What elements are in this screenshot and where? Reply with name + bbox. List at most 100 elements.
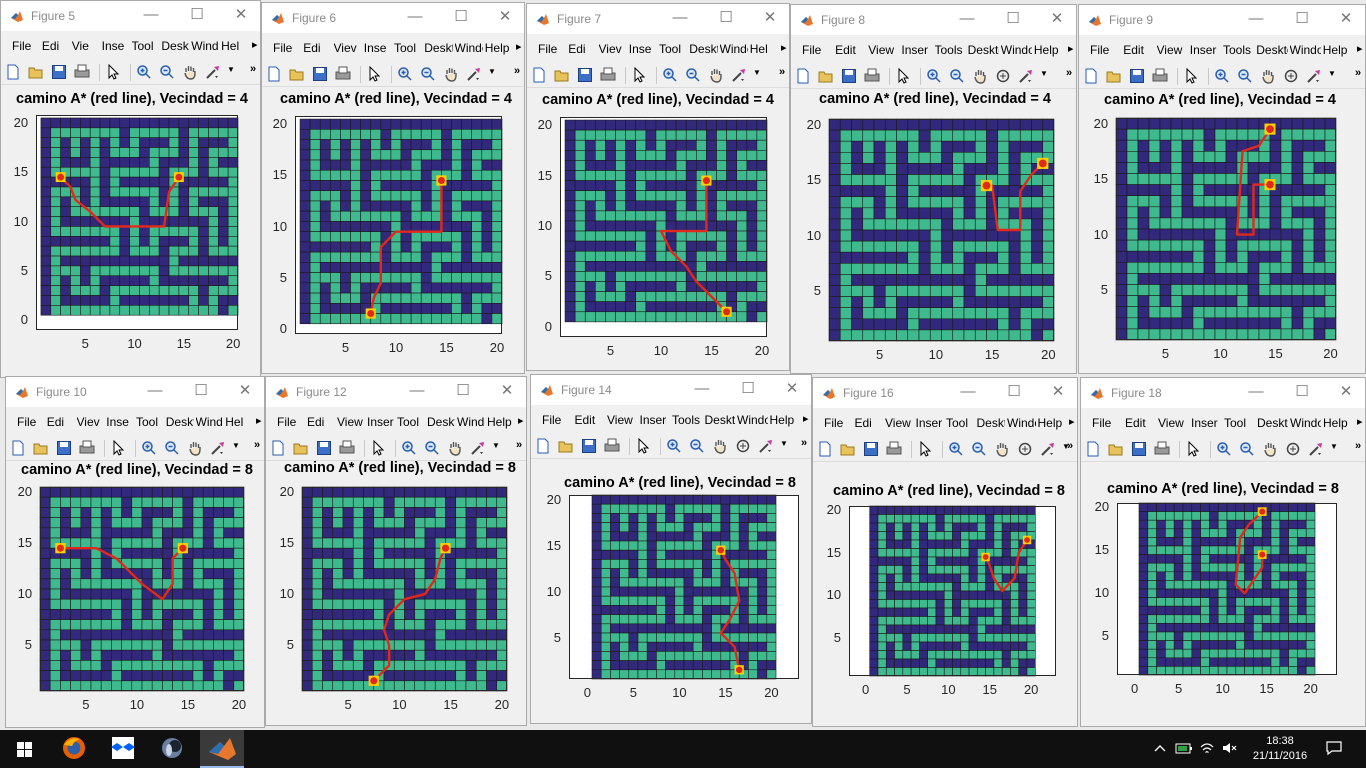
menu-item-edit[interactable]: Edit — [835, 43, 866, 57]
menu-item-windc[interactable]: Windc — [196, 415, 224, 429]
menu-overflow-icon[interactable]: ▸ — [1069, 415, 1075, 428]
open-file-icon[interactable] — [1108, 441, 1124, 457]
data-cursor-icon[interactable] — [466, 66, 482, 82]
pan-hand-icon[interactable] — [1262, 441, 1278, 457]
zoom-in-icon[interactable] — [397, 66, 413, 82]
pan-hand-icon[interactable] — [994, 441, 1010, 457]
menu-item-file[interactable]: File — [538, 42, 566, 56]
menu-item-view[interactable]: View — [607, 413, 638, 427]
menu-item-tool[interactable]: Tool — [397, 415, 425, 429]
volume-muted-icon[interactable] — [1221, 740, 1237, 756]
menu-item-inse[interactable]: Inse — [364, 41, 392, 55]
menu-item-windo[interactable]: Windo — [1290, 43, 1321, 57]
menu-item-file[interactable]: File — [824, 416, 853, 430]
edit-plot-arrow-icon[interactable] — [1185, 440, 1201, 457]
minimize-button[interactable]: — — [669, 7, 691, 29]
menu-item-deskt[interactable]: Deskt — [424, 41, 452, 55]
menu-overflow-icon[interactable]: ▸ — [803, 412, 809, 425]
zoom-out-icon[interactable] — [689, 438, 705, 454]
print-icon[interactable] — [1152, 68, 1168, 84]
start-button[interactable] — [2, 730, 46, 768]
minimize-button[interactable]: — — [691, 378, 713, 400]
menu-item-view[interactable]: View — [885, 416, 914, 430]
action-center-icon[interactable] — [1325, 740, 1342, 756]
menu-item-windc[interactable]: Windc — [720, 42, 748, 56]
zoom-out-icon[interactable] — [1239, 441, 1255, 457]
menu-overflow-icon[interactable]: ▸ — [1068, 42, 1074, 55]
new-figure-icon[interactable] — [270, 440, 286, 456]
minimize-button[interactable]: — — [406, 380, 428, 402]
menu-item-help[interactable]: Help — [1323, 43, 1354, 57]
new-figure-icon[interactable] — [266, 66, 282, 82]
save-icon[interactable] — [1131, 441, 1147, 457]
menu-item-edi[interactable]: Edi — [303, 41, 331, 55]
new-figure-icon[interactable] — [5, 64, 21, 80]
menu-item-inse[interactable]: Inse — [106, 415, 134, 429]
open-file-icon[interactable] — [554, 67, 570, 83]
minimize-button[interactable]: — — [404, 6, 426, 28]
menu-item-help[interactable]: Help — [1038, 416, 1067, 430]
close-button[interactable]: ✕ — [1046, 8, 1068, 30]
menu-item-file[interactable]: File — [542, 413, 573, 427]
maximize-button[interactable]: ☐ — [1003, 381, 1025, 403]
new-figure-icon[interactable] — [795, 68, 811, 84]
zoom-in-icon[interactable] — [1216, 441, 1232, 457]
menu-item-edi[interactable]: Edi — [42, 39, 70, 53]
zoom-out-icon[interactable] — [424, 440, 440, 456]
save-icon[interactable] — [581, 438, 597, 454]
toolbar-overflow-icon[interactable]: » — [779, 66, 785, 78]
menu-item-tool[interactable]: Tool — [946, 416, 975, 430]
menu-item-tool[interactable]: Tool — [132, 39, 160, 53]
close-button[interactable]: ✕ — [1335, 381, 1357, 403]
print-icon[interactable] — [339, 440, 355, 456]
toolbar-overflow-icon[interactable]: » — [250, 63, 256, 75]
menu-item-windc[interactable]: Windc — [457, 415, 485, 429]
data-cursor-icon[interactable] — [1306, 68, 1322, 84]
pan-hand-icon[interactable] — [1260, 68, 1276, 84]
minimize-button[interactable]: — — [140, 4, 162, 26]
menu-item-file[interactable]: File — [1090, 43, 1121, 57]
save-icon[interactable] — [1129, 68, 1145, 84]
menu-item-hel[interactable]: Hel — [225, 415, 253, 429]
menu-item-view[interactable]: View — [1157, 43, 1188, 57]
menu-item-deskto[interactable]: Deskto — [1257, 416, 1288, 430]
menu-item-file[interactable]: File — [802, 43, 833, 57]
matlab-taskbar-button[interactable] — [200, 730, 244, 768]
close-button[interactable]: ✕ — [230, 4, 252, 26]
zoom-out-icon[interactable] — [685, 67, 701, 83]
menu-item-file[interactable]: File — [12, 39, 40, 53]
tool-dropdown-icon[interactable]: ▼ — [492, 441, 500, 450]
power-battery-icon[interactable] — [1175, 740, 1192, 756]
menu-item-edit[interactable]: Edit — [1123, 43, 1154, 57]
toolbar-overflow-icon[interactable]: » — [1067, 440, 1073, 452]
data-cursor-icon[interactable] — [1018, 68, 1034, 84]
zoom-in-icon[interactable] — [926, 68, 942, 84]
close-button[interactable]: ✕ — [234, 380, 256, 402]
edit-plot-arrow-icon[interactable] — [370, 439, 386, 456]
tool-dropdown-icon[interactable]: ▼ — [232, 441, 240, 450]
menu-item-help[interactable]: Help — [1323, 416, 1354, 430]
minimize-button[interactable]: — — [1245, 8, 1267, 30]
menu-item-tool[interactable]: Tool — [659, 42, 687, 56]
new-figure-icon[interactable] — [1083, 68, 1099, 84]
rotate-3d-icon[interactable] — [995, 68, 1011, 84]
print-icon[interactable] — [604, 438, 620, 454]
wifi-icon[interactable] — [1199, 740, 1215, 756]
menu-item-windo[interactable]: Windo — [1290, 416, 1321, 430]
menu-overflow-icon[interactable]: ▸ — [781, 41, 787, 54]
print-icon[interactable] — [864, 68, 880, 84]
menu-item-inse[interactable]: Inse — [629, 42, 657, 56]
tool-dropdown-icon[interactable]: ▼ — [488, 67, 496, 76]
maximize-button[interactable]: ☐ — [1291, 381, 1313, 403]
menu-item-deskt[interactable]: Deskt — [689, 42, 717, 56]
menu-item-inse[interactable]: Inse — [102, 39, 130, 53]
new-figure-icon[interactable] — [10, 440, 26, 456]
save-icon[interactable] — [51, 64, 67, 80]
menu-item-deskt[interactable]: Deskt — [161, 39, 189, 53]
pan-hand-icon[interactable] — [708, 67, 724, 83]
zoom-in-icon[interactable] — [401, 440, 417, 456]
menu-item-file[interactable]: File — [1092, 416, 1123, 430]
menu-overflow-icon[interactable]: ▸ — [252, 38, 258, 51]
minimize-button[interactable]: — — [1245, 381, 1267, 403]
pan-hand-icon[interactable] — [447, 440, 463, 456]
